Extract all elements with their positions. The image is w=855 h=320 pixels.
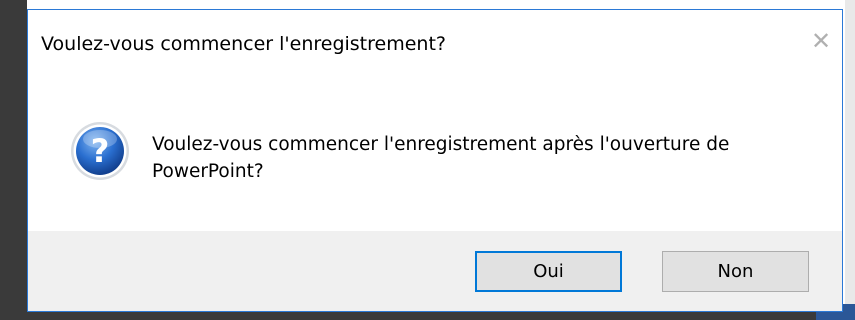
dialog-title: Voulez-vous commencer l'enregistrement? <box>41 33 446 55</box>
dialog-message: Voulez-vous commencer l'enregistrement a… <box>152 134 730 182</box>
background-window-right <box>845 0 855 320</box>
close-icon[interactable]: ✕ <box>808 28 834 54</box>
question-icon: ? <box>71 122 129 180</box>
confirm-dialog: Voulez-vous commencer l'enregistrement? … <box>27 9 843 312</box>
dialog-button-bar: Oui Non <box>28 231 842 311</box>
svg-text:?: ? <box>91 132 110 170</box>
yes-button[interactable]: Oui <box>475 251 622 292</box>
no-button[interactable]: Non <box>662 251 809 292</box>
background-window-left <box>0 0 27 320</box>
background-window-bottom <box>0 312 855 320</box>
